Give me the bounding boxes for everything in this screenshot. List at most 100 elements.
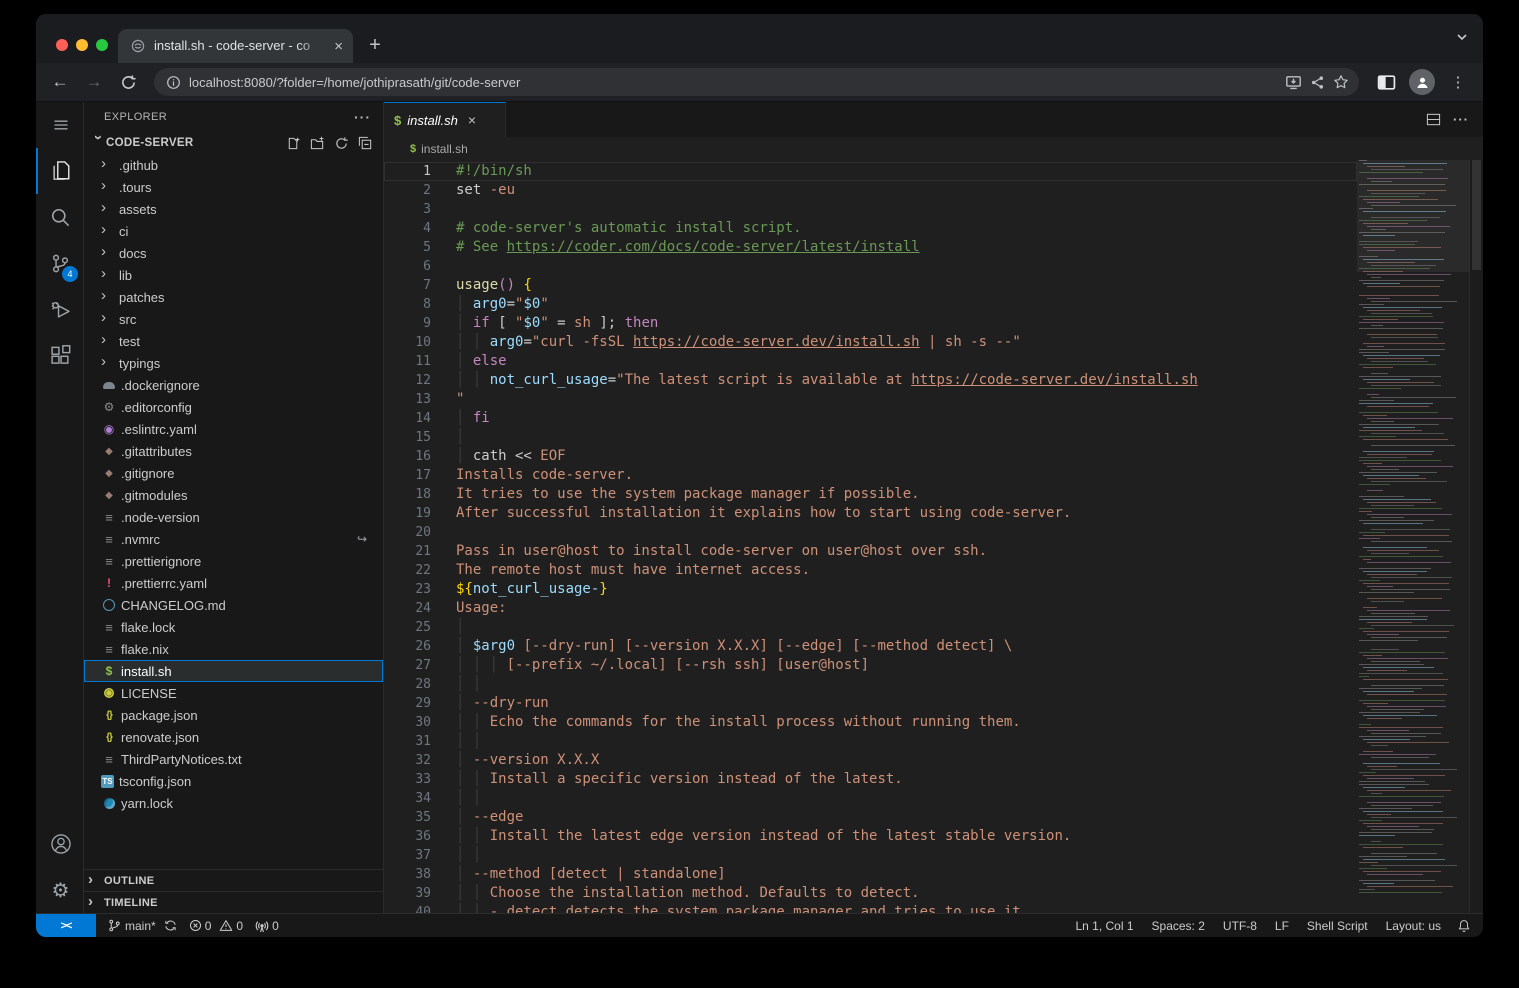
code-line-39[interactable]: 39│ │ Choose the installation method. De… [384,884,1357,903]
code-line-27[interactable]: 27│ │ │ [--prefix ~/.local] [--rsh ssh] … [384,656,1357,675]
tree-file-.prettierignore[interactable]: ≡.prettierignore [84,550,383,572]
profile-avatar[interactable] [1407,67,1437,97]
scrollbar-slider[interactable] [1472,160,1481,270]
tree-file-.prettierrc.yaml[interactable]: !.prettierrc.yaml [84,572,383,594]
run-debug-activity-icon[interactable] [36,286,83,332]
tree-file-.dockerignore[interactable]: .dockerignore [84,374,383,396]
collapse-all-icon[interactable] [358,136,373,151]
minimize-window-button[interactable] [76,39,88,51]
code-line-36[interactable]: 36│ │ Install the latest edge version in… [384,827,1357,846]
share-icon[interactable] [1310,75,1325,90]
status-spaces-2[interactable]: Spaces: 2 [1152,919,1205,933]
account-icon[interactable] [36,821,83,867]
code-line-9[interactable]: 9│ if [ "$0" = sh ]; then [384,314,1357,333]
tree-folder-docs[interactable]: ›docs [84,242,383,264]
bookmark-star-icon[interactable] [1333,74,1349,90]
url-bar[interactable]: localhost:8080/?folder=/home/jothiprasat… [154,68,1359,96]
code-line-4[interactable]: 4# code-server's automatic install scrip… [384,219,1357,238]
branch-status[interactable]: main* [108,919,177,933]
remote-indicator[interactable]: >< [36,914,96,937]
tree-file-renovate.json[interactable]: {}renovate.json [84,726,383,748]
code-line-1[interactable]: 1#!/bin/sh [384,162,1357,181]
breadcrumb-file[interactable]: install.sh [421,142,468,156]
code-line-30[interactable]: 30│ │ Echo the commands for the install … [384,713,1357,732]
status-utf-8[interactable]: UTF-8 [1223,919,1257,933]
code-line-23[interactable]: 23${not_curl_usage-} [384,580,1357,599]
new-file-icon[interactable] [286,136,301,151]
tree-file-.eslintrc.yaml[interactable]: ◉.eslintrc.yaml [84,418,383,440]
code-line-12[interactable]: 12│ │ not_curl_usage="The latest script … [384,371,1357,390]
code-line-38[interactable]: 38│ --method [detect | standalone] [384,865,1357,884]
ports-status[interactable]: 0 [255,919,279,933]
code-line-16[interactable]: 16│ cath << EOF [384,447,1357,466]
settings-gear-icon[interactable]: ⚙ [36,867,83,913]
tree-file-package.json[interactable]: {}package.json [84,704,383,726]
code-line-28[interactable]: 28│ │ [384,675,1357,694]
site-info-icon[interactable] [166,75,181,90]
code-line-26[interactable]: 26│ $arg0 [--dry-run] [--version X.X.X] … [384,637,1357,656]
side-panel-icon[interactable] [1371,67,1401,97]
tab-search-chevron-icon[interactable] [1455,30,1469,44]
code-line-34[interactable]: 34│ │ [384,789,1357,808]
code-line-15[interactable]: 15│ [384,428,1357,447]
menu-hamburger-icon[interactable] [36,102,83,148]
browser-menu-kebab-icon[interactable]: ⋮ [1443,67,1473,97]
refresh-icon[interactable] [334,136,349,151]
status-lf[interactable]: LF [1275,919,1289,933]
tree-file-.editorconfig[interactable]: ⚙.editorconfig [84,396,383,418]
code-line-29[interactable]: 29│ --dry-run [384,694,1357,713]
code-line-22[interactable]: 22The remote host must have internet acc… [384,561,1357,580]
code-line-21[interactable]: 21Pass in user@host to install code-serv… [384,542,1357,561]
problems-status[interactable]: 0 0 [189,919,243,933]
explorer-activity-icon[interactable] [36,148,83,194]
new-folder-icon[interactable] [310,136,325,151]
tree-file-.nvmrc[interactable]: ≡.nvmrc↪ [84,528,383,550]
tree-file-flake.nix[interactable]: ≡flake.nix [84,638,383,660]
tree-folder-patches[interactable]: ›patches [84,286,383,308]
tree-file-CHANGELOG.md[interactable]: CHANGELOG.md [84,594,383,616]
close-editor-tab-icon[interactable]: × [468,112,476,128]
code-line-17[interactable]: 17Installs code-server. [384,466,1357,485]
code-line-8[interactable]: 8│ arg0="$0" [384,295,1357,314]
tree-folder-.github[interactable]: ›.github [84,154,383,176]
tree-file-ThirdPartyNotices.txt[interactable]: ≡ThirdPartyNotices.txt [84,748,383,770]
code-line-6[interactable]: 6 [384,257,1357,276]
breadcrumb[interactable]: $ install.sh [384,137,1483,160]
status-shell-script[interactable]: Shell Script [1307,919,1368,933]
browser-tab[interactable]: install.sh - code-server - co × [118,29,353,63]
minimap-slider[interactable] [1357,160,1469,272]
forward-button[interactable]: → [80,68,108,96]
section-outline[interactable]: ›OUTLINE [84,869,383,891]
code-line-7[interactable]: 7usage() { [384,276,1357,295]
status-layout-us[interactable]: Layout: us [1386,919,1441,933]
tree-file-.gitmodules[interactable]: ◆.gitmodules [84,484,383,506]
code-line-37[interactable]: 37│ │ [384,846,1357,865]
code-line-24[interactable]: 24Usage: [384,599,1357,618]
code-line-40[interactable]: 40│ │ - detect detects the system packag… [384,903,1357,913]
tab-close-button[interactable]: × [332,39,345,54]
source-control-activity-icon[interactable]: 4 [36,240,83,286]
minimap[interactable] [1357,160,1469,913]
notifications-bell-icon[interactable] [1457,919,1471,933]
extensions-activity-icon[interactable] [36,332,83,378]
install-app-icon[interactable] [1285,74,1302,91]
code-line-2[interactable]: 2set -eu [384,181,1357,200]
tree-file-yarn.lock[interactable]: yarn.lock [84,792,383,814]
code-line-25[interactable]: 25│ [384,618,1357,637]
editor-scrollbar[interactable] [1469,160,1483,913]
tree-folder-.tours[interactable]: ›.tours [84,176,383,198]
zoom-window-button[interactable] [96,39,108,51]
code-line-11[interactable]: 11│ else [384,352,1357,371]
tree-file-install.sh[interactable]: $install.sh [84,660,383,682]
close-window-button[interactable] [56,39,68,51]
explorer-more-actions-icon[interactable]: ··· [354,109,371,125]
editor-more-actions-icon[interactable]: ··· [1453,112,1469,127]
tree-folder-src[interactable]: ›src [84,308,383,330]
code-line-31[interactable]: 31│ │ [384,732,1357,751]
split-editor-icon[interactable] [1426,112,1441,127]
code-line-20[interactable]: 20 [384,523,1357,542]
code-editor[interactable]: 1#!/bin/sh2set -eu34# code-server's auto… [384,160,1483,913]
code-line-13[interactable]: 13" [384,390,1357,409]
editor-tab-install-sh[interactable]: $ install.sh × [384,102,506,137]
tree-folder-test[interactable]: ›test [84,330,383,352]
